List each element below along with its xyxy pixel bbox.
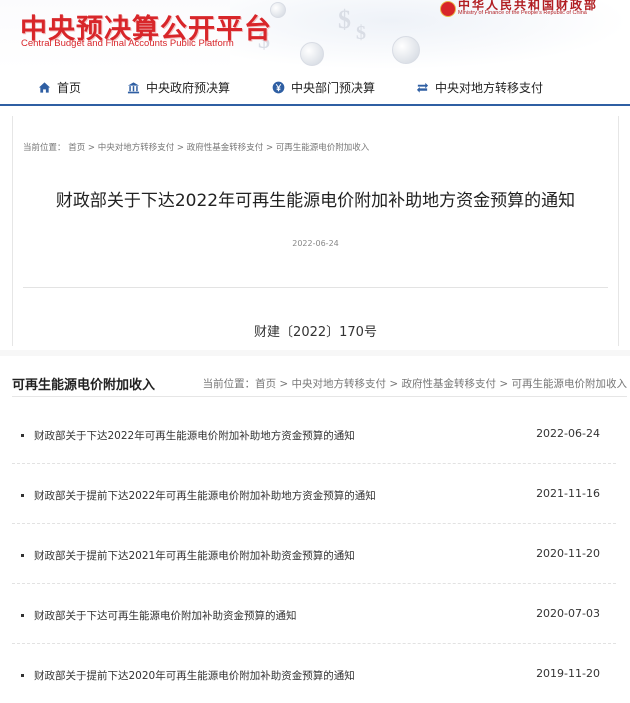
- section-separator: [0, 350, 630, 356]
- list-item-date: 2020-07-03: [536, 607, 600, 620]
- site-header: $ $ $ 中央预决算公开平台 Central Budget and Final…: [0, 0, 630, 70]
- nav-item-label: 中央部门预决算: [291, 81, 376, 95]
- list-item[interactable]: 财政部关于下达可再生能源电价附加补助资金预算的通知 2020-07-03: [12, 583, 616, 644]
- coin-decoration-icon: [270, 2, 286, 18]
- bullet-icon: [21, 434, 24, 437]
- list-item-title[interactable]: 财政部关于提前下达2020年可再生能源电价附加补助资金预算的通知: [34, 668, 355, 683]
- building-icon: [127, 82, 140, 94]
- nav-item-label: 中央政府预决算: [146, 81, 231, 95]
- bullet-icon: [21, 614, 24, 617]
- breadcrumb[interactable]: 当前位置： 首页 > 中央对地方转移支付 > 政府性基金转移支付 > 可再生能源…: [23, 141, 369, 153]
- dollar-decoration-icon: $: [356, 22, 366, 44]
- national-emblem-icon: [440, 1, 456, 17]
- bullet-icon: [21, 494, 24, 497]
- list-item-title[interactable]: 财政部关于提前下达2021年可再生能源电价附加补助资金预算的通知: [34, 548, 355, 563]
- list-item[interactable]: 财政部关于提前下达2020年可再生能源电价附加补助资金预算的通知 2019-11…: [12, 643, 616, 703]
- ministry-name-en: Ministry of Finance of the People's Repu…: [458, 10, 587, 16]
- nav-item-label: 中央对地方转移支付: [435, 81, 544, 95]
- nav-item-central-department-budget[interactable]: 中央部门预决算: [272, 79, 375, 96]
- article-panel: 当前位置： 首页 > 中央对地方转移支付 > 政府性基金转移支付 > 可再生能源…: [12, 116, 619, 346]
- dollar-decoration-icon: $: [338, 5, 351, 34]
- home-icon: [38, 82, 51, 93]
- article-title: 财政部关于下达2022年可再生能源电价附加补助地方资金预算的通知: [55, 191, 576, 211]
- list-item-title[interactable]: 财政部关于下达可再生能源电价附加补助资金预算的通知: [34, 608, 297, 623]
- bullet-icon: [21, 554, 24, 557]
- article-date: 2022-06-24: [292, 239, 339, 248]
- list-item-date: 2020-11-20: [536, 547, 600, 560]
- nav-item-label: 首页: [57, 81, 82, 95]
- divider: [23, 287, 608, 288]
- list-item[interactable]: 财政部关于下达2022年可再生能源电价附加补助地方资金预算的通知 2022-06…: [12, 403, 616, 464]
- site-subtitle: Central Budget and Final Accounts Public…: [21, 38, 234, 49]
- yuan-icon: [272, 81, 285, 94]
- list-item[interactable]: 财政部关于提前下达2021年可再生能源电价附加补助资金预算的通知 2020-11…: [12, 523, 616, 584]
- nav-item-central-government-budget[interactable]: 中央政府预决算: [127, 79, 230, 96]
- list-item[interactable]: 财政部关于提前下达2022年可再生能源电价附加补助地方资金预算的通知 2021-…: [12, 463, 616, 524]
- coin-decoration-icon: [300, 42, 324, 66]
- list-item-date: 2022-06-24: [536, 427, 600, 440]
- breadcrumb[interactable]: 当前位置：首页 > 中央对地方转移支付 > 政府性基金转移支付 > 可再生能源电…: [203, 376, 627, 391]
- list-item-title[interactable]: 财政部关于提前下达2022年可再生能源电价附加补助地方资金预算的通知: [34, 488, 376, 503]
- nav-item-home[interactable]: 首页: [38, 79, 81, 96]
- list-item-title[interactable]: 财政部关于下达2022年可再生能源电价附加补助地方资金预算的通知: [34, 428, 355, 443]
- list-item-date: 2021-11-16: [536, 487, 600, 500]
- list-header: 可再生能源电价附加收入 当前位置：首页 > 中央对地方转移支付 > 政府性基金转…: [12, 370, 627, 397]
- nav-item-transfer-payment[interactable]: 中央对地方转移支付: [416, 79, 543, 96]
- section-title: 可再生能源电价附加收入: [12, 378, 156, 393]
- transfer-icon: [416, 82, 429, 93]
- bullet-icon: [21, 674, 24, 677]
- main-nav: 首页 中央政府预决算 中央部门预决算 中央对地方转移支付: [0, 70, 630, 106]
- coin-decoration-icon: [392, 36, 420, 64]
- list-item-date: 2019-11-20: [536, 667, 600, 680]
- document-number: 财建〔2022〕170号: [254, 325, 377, 340]
